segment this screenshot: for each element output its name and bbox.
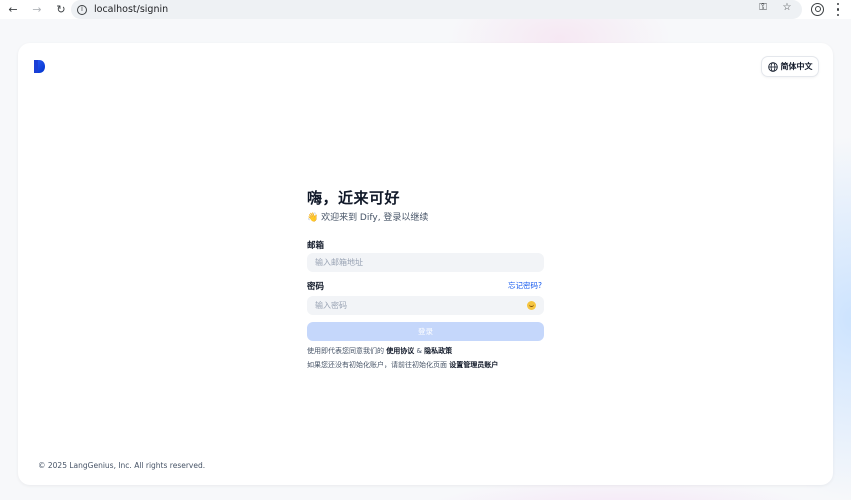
language-label: 简体中文 bbox=[780, 62, 813, 71]
reload-icon[interactable]: ↻ bbox=[54, 3, 68, 17]
bookmark-star-icon[interactable]: ☆ bbox=[780, 2, 794, 13]
email-placeholder: 输入邮箱地址 bbox=[315, 258, 363, 267]
login-button-label: 登录 bbox=[418, 327, 433, 336]
browser-menu-icon[interactable] bbox=[834, 3, 842, 16]
password-placeholder: 输入密码 bbox=[315, 301, 347, 310]
welcome-subtitle: 👋 欢迎来到 Dify, 登录以继续 bbox=[307, 213, 429, 223]
setup-admin-link[interactable]: 设置管理员账户 bbox=[449, 361, 498, 369]
password-input[interactable]: 输入密码 bbox=[307, 296, 544, 315]
back-arrow-icon[interactable]: ← bbox=[6, 3, 20, 17]
signin-card: 简体中文 嗨，近来可好 👋 欢迎来到 Dify, 登录以继续 邮箱 输入邮箱地址… bbox=[18, 43, 833, 485]
password-key-icon[interactable]: ⚿ bbox=[756, 2, 770, 13]
page-title: 嗨，近来可好 bbox=[307, 189, 401, 207]
forward-arrow-icon[interactable]: → bbox=[30, 3, 44, 17]
language-selector-button[interactable]: 简体中文 bbox=[761, 56, 819, 77]
dify-logo-icon bbox=[34, 60, 45, 73]
init-prefix: 如果您还没有初始化账户，请前往初始化页面 bbox=[307, 361, 447, 369]
copyright-footer: © 2025 LangGenius, Inc. All rights reser… bbox=[38, 461, 206, 470]
terms-notice: 使用即代表您同意我们的 使用协议 & 隐私政策 bbox=[307, 346, 452, 356]
browser-toolbar: ← → ↻ i localhost/signin ⚿ ☆ bbox=[0, 0, 851, 19]
terms-of-service-link[interactable]: 使用协议 bbox=[386, 347, 414, 355]
privacy-policy-link[interactable]: 隐私政策 bbox=[424, 347, 452, 355]
site-info-icon[interactable]: i bbox=[77, 4, 87, 15]
login-button[interactable]: 登录 bbox=[307, 322, 544, 341]
email-label: 邮箱 bbox=[307, 241, 325, 251]
address-bar[interactable]: i localhost/signin ⚿ ☆ bbox=[71, 0, 802, 19]
show-password-icon[interactable] bbox=[527, 301, 536, 310]
forgot-password-link[interactable]: 忘记密码? bbox=[508, 280, 542, 291]
password-label: 密码 bbox=[307, 282, 325, 292]
globe-icon bbox=[767, 61, 778, 72]
email-input[interactable]: 输入邮箱地址 bbox=[307, 253, 544, 272]
terms-prefix: 使用即代表您同意我们的 bbox=[307, 347, 384, 355]
terms-separator: & bbox=[414, 347, 425, 355]
profile-icon[interactable] bbox=[811, 3, 824, 16]
url-text[interactable]: localhost/signin bbox=[94, 4, 168, 15]
init-notice: 如果您还没有初始化账户，请前往初始化页面 设置管理员账户 bbox=[307, 360, 498, 370]
